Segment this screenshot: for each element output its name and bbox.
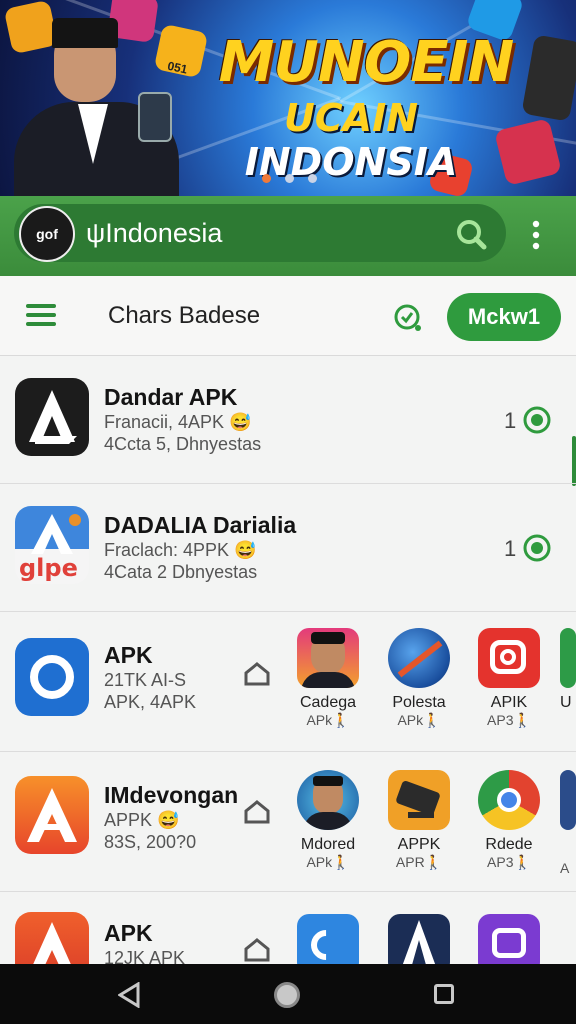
svg-text:glpe: glpe (19, 554, 78, 582)
list-item[interactable]: APK 21TK AI-S APK, 4APK Cadega APk🚶 Pole… (0, 612, 576, 752)
toolbar: Chars Badese Mckw1 (0, 276, 576, 356)
app-screen: 051 MUNOEIN UCAIN INDONSIA gof ψIndonesi… (0, 0, 576, 1024)
item-title: IMdevongan (104, 782, 239, 808)
banner-subtitle-part1: UCAIN (283, 96, 419, 140)
item-detail: 4Cata 2 Dbnyestas (104, 562, 258, 582)
mini-app-cadega[interactable]: Cadega APk🚶 (289, 628, 367, 729)
mini-app-purple[interactable] (470, 914, 548, 964)
item-subtitle: 21TK AI-S (104, 670, 187, 690)
radio-selected-icon[interactable] (523, 534, 551, 562)
recents-icon[interactable] (434, 984, 454, 1004)
list-item[interactable]: APK 12JK APK (0, 892, 576, 964)
app-gplay-icon: glpe (15, 506, 89, 584)
mini-app-label: Mdored (300, 836, 356, 853)
page-title: Chars Badese (108, 302, 261, 329)
mini-app-label: APIK (490, 694, 528, 711)
mini-app-rdede[interactable]: Rdede AP3🚶 (470, 770, 548, 871)
system-nav-bar (0, 964, 576, 1024)
radio-selected-icon[interactable] (523, 406, 551, 434)
back-icon[interactable] (118, 982, 140, 1008)
mini-app-apik[interactable]: APIK AP3🚶 (470, 628, 548, 729)
banner-subtitle: UCAIN INDONSIA (196, 96, 506, 184)
mini-app-label: U (560, 694, 572, 711)
search-icon[interactable] (455, 218, 487, 250)
mini-app-mdored[interactable]: Mdored APk🚶 (289, 770, 367, 871)
more-vertical-icon[interactable] (526, 220, 546, 250)
carousel-dot[interactable] (308, 174, 317, 183)
portrait-app-icon (297, 628, 359, 688)
item-subtitle: 12JK APK (104, 948, 186, 964)
carousel-dot-active[interactable] (262, 174, 271, 183)
partial-app-icon (560, 770, 576, 830)
list-item[interactable]: glpe DADALIA Darialia Fraclach: 4PPK 😅 4… (0, 484, 576, 612)
item-detail: APK, 4APK (104, 692, 197, 712)
item-subtitle: Fraclach: 4PPK 😅 (104, 540, 257, 560)
item-subtitle: Franacii, 4APK 😅 (104, 412, 252, 432)
home-outline-icon[interactable] (244, 662, 270, 686)
mini-app-partial[interactable]: U (560, 628, 576, 712)
phone-image (138, 92, 172, 142)
item-title: DADALIA Darialia (104, 512, 297, 538)
promo-banner[interactable]: 051 MUNOEIN UCAIN INDONSIA (0, 0, 576, 196)
mini-app-phone[interactable] (289, 914, 367, 964)
camera-app-icon (478, 628, 540, 688)
search-input[interactable]: ψIndonesia (86, 218, 222, 249)
tower-app-icon (388, 914, 450, 964)
chrome-app-icon (478, 770, 540, 830)
app-a-icon (15, 378, 89, 456)
menu-icon[interactable] (26, 304, 56, 328)
projector-app-icon (388, 770, 450, 830)
carousel-dot[interactable] (285, 174, 294, 183)
mini-app-label: Polesta (392, 694, 446, 711)
banner-title: MUNOEIN (218, 30, 515, 95)
item-count: 1 (504, 536, 517, 561)
mini-app-sub: APk🚶 (306, 712, 350, 728)
mckw1-button[interactable]: Mckw1 (447, 293, 561, 341)
app-orange-a-icon (15, 776, 89, 854)
avatar[interactable]: gof (19, 206, 75, 262)
mini-app-sub: APk🚶 (306, 854, 350, 870)
mini-app-sub: AP3🚶 (487, 854, 531, 870)
mini-app-sub: A (560, 860, 570, 876)
mini-app-sub: APR🚶 (395, 854, 443, 870)
mini-app-label: Cadega (299, 694, 357, 711)
partial-app-icon (560, 628, 576, 688)
item-detail: 4Ccta 5, Dhnyestas (104, 434, 262, 454)
mini-app-sub: AP3🚶 (487, 712, 531, 728)
banner-person-image (14, 10, 179, 196)
mini-app-label: APPK (397, 836, 441, 853)
home-icon[interactable] (274, 982, 300, 1008)
search-field[interactable]: gof ψIndonesia (14, 204, 506, 262)
app-ring-icon (15, 638, 89, 716)
mini-app-sub: APk🚶 (397, 712, 441, 728)
mini-app-polesta[interactable]: Polesta APk🚶 (380, 628, 458, 729)
portrait-app-icon (297, 770, 359, 830)
mini-app-tower[interactable] (380, 914, 458, 964)
mini-app-appk[interactable]: APPK APR🚶 (380, 770, 458, 871)
home-outline-icon[interactable] (244, 938, 270, 962)
item-count: 1 (504, 408, 517, 433)
item-subtitle: APPK 😅 (104, 810, 180, 830)
item-title: APK (104, 920, 153, 946)
globe-app-icon (388, 628, 450, 688)
mini-app-label: Rdede (485, 836, 533, 853)
purple-app-icon (478, 914, 540, 964)
carousel-dots (262, 174, 317, 183)
item-detail: 83S, 200?0 (104, 832, 197, 852)
search-header: gof ψIndonesia (0, 196, 576, 276)
item-title: APK (104, 642, 153, 668)
item-title: Dandar APK (104, 384, 238, 410)
home-outline-icon[interactable] (244, 800, 270, 824)
phone-app-icon (297, 914, 359, 964)
list-item[interactable]: Dandar APK Franacii, 4APK 😅 4Ccta 5, Dhn… (0, 356, 576, 484)
verified-check-icon[interactable] (394, 304, 422, 332)
mini-app-partial[interactable]: A (560, 770, 576, 876)
person-hat (52, 18, 118, 48)
app-red-a-icon (15, 912, 89, 964)
list-item[interactable]: IMdevongan APPK 😅 83S, 200?0 Mdored APk🚶… (0, 752, 576, 892)
